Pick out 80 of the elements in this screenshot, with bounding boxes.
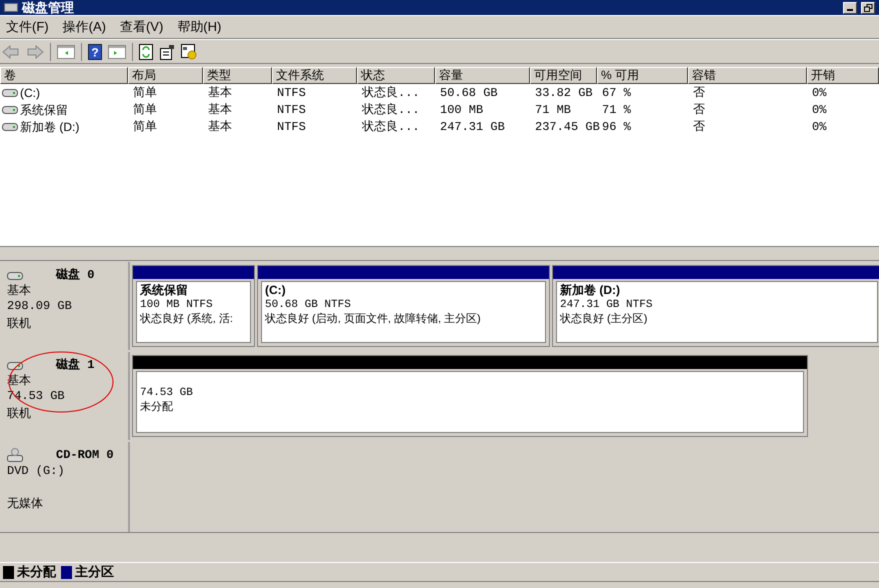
- table-cell-text: 基本: [207, 102, 233, 118]
- volume-name[interactable]: (C:): [20, 84, 40, 102]
- column-header[interactable]: 文件系统: [272, 67, 357, 84]
- partition-size: 50.68 GB NTFS: [265, 298, 352, 312]
- disk-status: 联机: [7, 315, 32, 332]
- legend-label: 主分区: [75, 563, 114, 582]
- partition-status: 状态良好 (系统, 活:: [140, 312, 234, 327]
- table-cell-text: 简单: [132, 102, 158, 118]
- table-cell-text: 状态良...: [361, 102, 421, 118]
- table-cell-text: 96 %: [601, 118, 632, 136]
- properties-icon[interactable]: [159, 44, 175, 60]
- partition-block[interactable]: 74.53 GB 未分配: [132, 355, 808, 437]
- partition-size: 247.31 GB NTFS: [560, 298, 654, 312]
- table-cell-text: 33.82 GB: [534, 84, 594, 102]
- minimize-button[interactable]: [843, 2, 857, 14]
- panel-icon[interactable]: [57, 44, 75, 58]
- column-header[interactable]: 状态: [357, 67, 435, 84]
- disk-name: 磁盘 0: [56, 267, 94, 284]
- table-cell-text: 简单: [132, 84, 158, 102]
- table-cell-text: NTFS: [276, 84, 307, 102]
- column-header[interactable]: 卷: [0, 67, 128, 84]
- volume-name[interactable]: 系统保留: [20, 100, 68, 118]
- column-header[interactable]: 容错: [688, 67, 807, 84]
- table-cell-text: NTFS: [276, 118, 307, 136]
- table-cell-text: 71 MB: [534, 102, 572, 118]
- column-header[interactable]: 类型: [203, 67, 272, 84]
- volume-name[interactable]: 新加卷 (D:): [20, 118, 80, 136]
- table-cell-text: 否: [692, 102, 706, 118]
- partition-name: (C:): [265, 283, 287, 298]
- partition-status: 状态良好 (主分区): [560, 312, 648, 327]
- table-cell-text: 状态良...: [361, 118, 421, 136]
- table-cell-text: 否: [692, 118, 706, 136]
- window-title: 磁盘管理: [22, 1, 74, 14]
- menu-item[interactable]: 操作(A): [62, 17, 106, 37]
- legend-label: 未分配: [17, 563, 56, 582]
- partition-block[interactable]: 系统保留 100 MB NTFS 状态良好 (系统, 活:: [132, 265, 255, 347]
- disk-status: 无媒体: [7, 495, 44, 512]
- partition-block[interactable]: 新加卷 (D:) 247.31 GB NTFS 状态良好 (主分区): [552, 265, 879, 347]
- settings-icon[interactable]: [181, 44, 197, 60]
- menu-item[interactable]: 帮助(H): [177, 17, 222, 37]
- partition-size: 74.53 GB: [140, 386, 194, 400]
- table-cell-text: 237.45 GB: [534, 118, 597, 136]
- menu-item[interactable]: 文件(F): [6, 17, 49, 37]
- disk-name: CD-ROM 0: [56, 447, 114, 464]
- disk-name: 磁盘 1: [56, 357, 94, 374]
- table-cell-text: 0%: [811, 118, 828, 136]
- column-header[interactable]: 可用空间: [530, 67, 597, 84]
- column-header[interactable]: 容量: [435, 67, 530, 84]
- partition-status: 状态良好 (启动, 页面文件, 故障转储, 主分区): [265, 312, 482, 327]
- column-header[interactable]: 布局: [128, 67, 203, 84]
- table-cell-text: 71 %: [601, 102, 632, 118]
- table-cell-text: 0%: [811, 84, 828, 102]
- help-icon[interactable]: ?: [88, 44, 102, 60]
- table-cell-text: 247.31 GB: [439, 118, 506, 136]
- cd-drive-icon: [7, 448, 23, 462]
- disk-type: 基本: [7, 284, 32, 299]
- table-cell-text: 基本: [207, 84, 233, 102]
- table-cell-text: 100 MB: [439, 102, 484, 118]
- table-cell-text: NTFS: [276, 102, 307, 118]
- table-cell-text: 状态良...: [361, 84, 421, 102]
- partition-size: 100 MB NTFS: [140, 298, 214, 312]
- refresh-icon[interactable]: [139, 44, 153, 60]
- table-cell-text: 基本: [207, 118, 233, 136]
- table-cell-text: 67 %: [601, 84, 632, 102]
- column-header[interactable]: % 可用: [597, 67, 688, 84]
- disk-status: 联机: [7, 405, 32, 422]
- partition-block[interactable]: (C:) 50.68 GB NTFS 状态良好 (启动, 页面文件, 故障转储, 主分区): [257, 265, 550, 347]
- table-cell-text: 否: [692, 84, 706, 102]
- table-cell-text: 简单: [132, 118, 158, 136]
- menu-item[interactable]: 查看(V): [120, 17, 164, 37]
- disk-size: 298.09 GB: [7, 299, 73, 314]
- column-header[interactable]: 开销: [807, 67, 879, 84]
- partition-status: 未分配: [140, 400, 174, 415]
- partition-name: 系统保留: [140, 283, 189, 298]
- disk-type: DVD (G:): [7, 464, 66, 479]
- table-cell-text: 0%: [811, 102, 828, 118]
- table-cell-text: 50.68 GB: [439, 84, 499, 102]
- restore-button[interactable]: [861, 2, 875, 14]
- panel-icon[interactable]: [108, 44, 126, 58]
- partition-name: 新加卷 (D:): [560, 283, 621, 298]
